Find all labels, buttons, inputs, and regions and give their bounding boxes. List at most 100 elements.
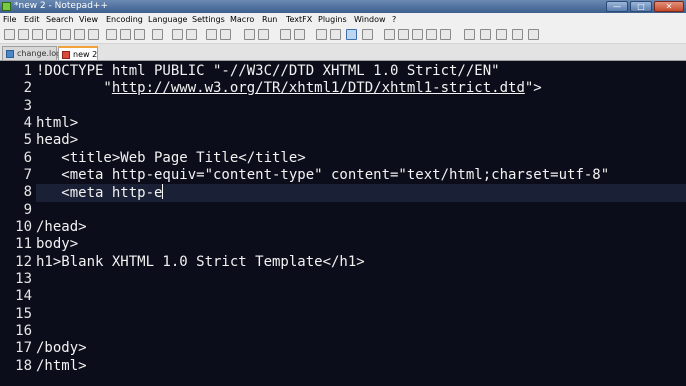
save-all-icon[interactable] xyxy=(46,29,57,40)
line-number: 10 xyxy=(15,219,32,235)
menu-help[interactable]: ? xyxy=(392,13,396,26)
close-button[interactable]: ✕ xyxy=(654,1,684,12)
code-line: <title>Web Page Title</title> xyxy=(36,150,306,166)
play-macro-icon[interactable] xyxy=(412,29,423,40)
code-text: "> xyxy=(524,80,542,96)
code-line: "http://www.w3.org/TR/xhtml1/DTD/xhtml1-… xyxy=(36,80,542,97)
line-number: 4 xyxy=(23,115,32,131)
new-file-icon[interactable] xyxy=(4,29,15,40)
find-icon[interactable] xyxy=(206,29,217,40)
line-number: 14 xyxy=(15,288,32,304)
document-tab-bar: change.log new 2 xyxy=(0,44,686,61)
code-line: h1>Blank XHTML 1.0 Strict Template</h1> xyxy=(36,254,365,270)
file-saved-icon xyxy=(6,50,14,58)
show-all-chars-icon[interactable] xyxy=(330,29,341,40)
code-line: html> xyxy=(36,115,79,131)
save-macro-icon[interactable] xyxy=(440,29,451,40)
code-line: head> xyxy=(36,132,79,148)
code-line: body> xyxy=(36,236,79,252)
trim-icon[interactable] xyxy=(464,29,475,40)
line-number: 5 xyxy=(23,132,32,148)
code-line: !DOCTYPE html PUBLIC "-//W3C//DTD XHTML … xyxy=(36,63,500,79)
code-line: /head> xyxy=(36,219,87,235)
delete-icon[interactable] xyxy=(152,29,163,40)
line-number: 15 xyxy=(15,306,32,322)
line-number: 3 xyxy=(23,98,32,114)
menu-run[interactable]: Run xyxy=(262,13,277,26)
line-number: 1 xyxy=(23,63,32,79)
code-text: <meta http-e xyxy=(36,185,163,201)
notepadpp-window: *new 2 - Notepad++ — □ ✕ File Edit Searc… xyxy=(0,0,686,386)
tab-new-2[interactable]: new 2 xyxy=(58,46,98,60)
menu-search[interactable]: Search xyxy=(46,13,73,26)
sync-vertical-icon[interactable] xyxy=(280,29,291,40)
text-caret xyxy=(162,184,164,199)
menu-language[interactable]: Language xyxy=(148,13,187,26)
menu-plugins[interactable]: Plugins xyxy=(318,13,347,26)
line-number: 6 xyxy=(23,150,32,166)
line-number: 11 xyxy=(15,236,32,252)
menu-macro[interactable]: Macro xyxy=(230,13,254,26)
window-title: *new 2 - Notepad++ xyxy=(14,1,108,11)
menu-textfx[interactable]: TextFX xyxy=(286,13,312,26)
file-unsaved-icon xyxy=(62,51,70,59)
cut-icon[interactable] xyxy=(106,29,117,40)
move-up-icon[interactable] xyxy=(480,29,491,40)
title-bar: *new 2 - Notepad++ — □ ✕ xyxy=(0,0,686,13)
line-number: 13 xyxy=(15,271,32,287)
notepadpp-app-icon xyxy=(2,2,11,11)
zoom-in-icon[interactable] xyxy=(244,29,255,40)
menu-view[interactable]: View xyxy=(79,13,98,26)
line-number: 12 xyxy=(15,254,32,270)
menu-window[interactable]: Window xyxy=(354,13,386,26)
menu-edit[interactable]: Edit xyxy=(24,13,40,26)
tab-label: change.log xyxy=(17,49,62,58)
sync-horizontal-icon[interactable] xyxy=(294,29,305,40)
line-number: 16 xyxy=(15,323,32,339)
line-number: 7 xyxy=(23,167,32,183)
run-macro-multiple-icon[interactable] xyxy=(426,29,437,40)
current-code-line: <meta http-e xyxy=(36,184,686,203)
stop-record-icon[interactable] xyxy=(398,29,409,40)
bookmark-icon[interactable] xyxy=(512,29,523,40)
indent-guide-icon[interactable] xyxy=(346,29,357,40)
line-number: 2 xyxy=(23,80,32,96)
menu-settings[interactable]: Settings xyxy=(192,13,225,26)
move-down-icon[interactable] xyxy=(496,29,507,40)
toolbar xyxy=(0,26,686,44)
copy-icon[interactable] xyxy=(120,29,131,40)
word-wrap-icon[interactable] xyxy=(316,29,327,40)
replace-icon[interactable] xyxy=(220,29,231,40)
close-file-icon[interactable] xyxy=(60,29,71,40)
code-line: /body> xyxy=(36,340,87,356)
redo-icon[interactable] xyxy=(186,29,197,40)
code-editor[interactable]: 1 2 3 4 5 6 7 8 9 10 11 12 13 14 15 16 1… xyxy=(0,61,686,386)
close-all-icon[interactable] xyxy=(74,29,85,40)
code-line: /html> xyxy=(36,358,87,374)
tab-change-log[interactable]: change.log xyxy=(2,46,61,60)
line-number-gutter: 1 2 3 4 5 6 7 8 9 10 11 12 13 14 15 16 1… xyxy=(0,61,36,386)
menu-encoding[interactable]: Encoding xyxy=(106,13,143,26)
user-language-icon[interactable] xyxy=(362,29,373,40)
record-macro-icon[interactable] xyxy=(384,29,395,40)
code-line: <meta http-equiv="content-type" content=… xyxy=(36,167,610,183)
code-text: " xyxy=(36,80,112,96)
menu-file[interactable]: File xyxy=(3,13,16,26)
paste-icon[interactable] xyxy=(134,29,145,40)
line-number: 9 xyxy=(23,202,32,218)
undo-icon[interactable] xyxy=(172,29,183,40)
menu-bar: File Edit Search View Encoding Language … xyxy=(0,13,686,26)
save-icon[interactable] xyxy=(32,29,43,40)
check-icon[interactable] xyxy=(528,29,539,40)
line-number: 17 xyxy=(15,340,32,356)
line-number: 18 xyxy=(15,358,32,374)
dtd-link[interactable]: http://www.w3.org/TR/xhtml1/DTD/xhtml1-s… xyxy=(112,80,525,96)
code-text-area[interactable]: !DOCTYPE html PUBLIC "-//W3C//DTD XHTML … xyxy=(36,61,686,386)
print-icon[interactable] xyxy=(88,29,99,40)
open-file-icon[interactable] xyxy=(18,29,29,40)
minimize-button[interactable]: — xyxy=(606,1,628,12)
maximize-button[interactable]: □ xyxy=(630,1,652,12)
line-number: 8 xyxy=(23,184,32,200)
zoom-out-icon[interactable] xyxy=(258,29,269,40)
tab-label: new 2 xyxy=(73,50,98,59)
